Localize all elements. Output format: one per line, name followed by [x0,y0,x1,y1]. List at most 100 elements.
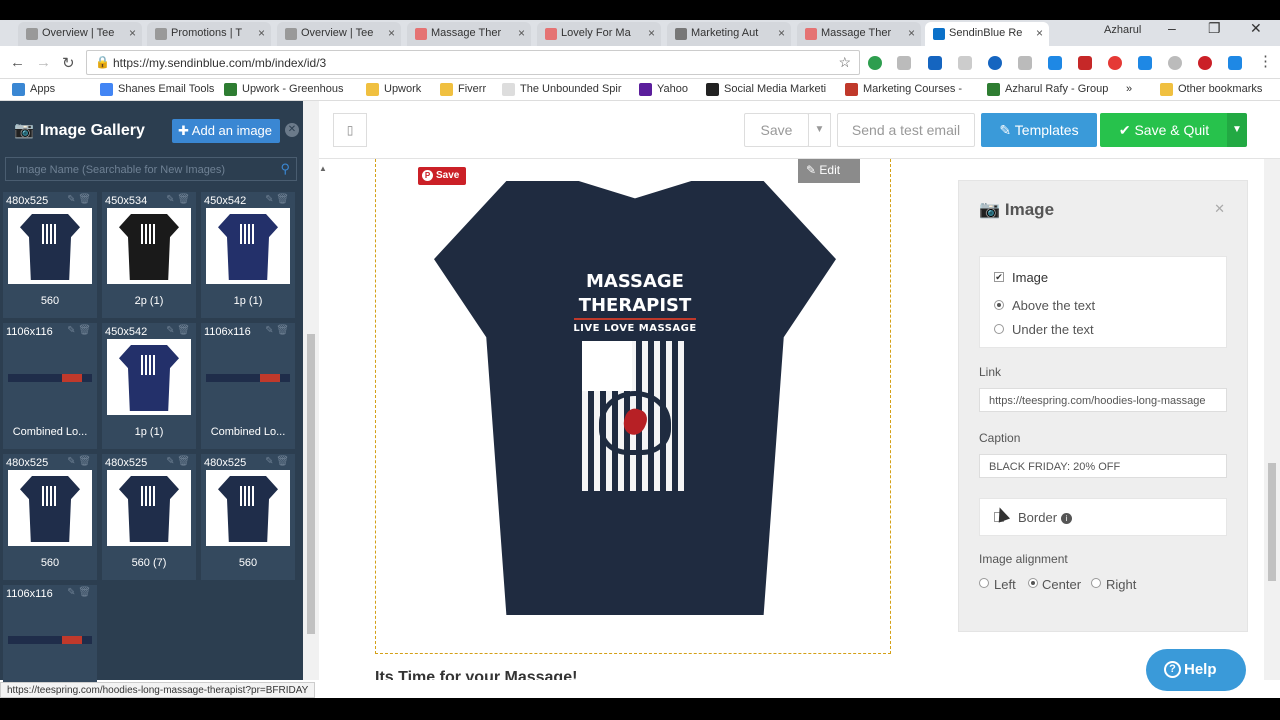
browser-tab[interactable]: Marketing Aut × [667,22,791,46]
menu-icon[interactable]: ⋮ [1258,52,1273,70]
edit-delete-icon[interactable]: ✎ 🗑 [166,194,190,205]
tab-close-icon[interactable]: × [388,26,395,40]
gallery-thumbnail[interactable]: 450x542 ✎ 🗑 1p (1) [201,192,295,318]
tab-close-icon[interactable]: × [129,26,136,40]
reload-icon[interactable]: ↻ [62,54,75,72]
extension-globe-icon[interactable] [988,56,1002,70]
gallery-thumbnail[interactable]: 450x542 ✎ 🗑 1p (1) [102,323,196,449]
extension-history-icon[interactable] [1168,56,1182,70]
bookmark-item[interactable]: Shanes Email Tools [100,83,214,96]
align-center-radio[interactable] [1028,578,1038,588]
close-panel-icon[interactable]: ✕ [1214,201,1225,217]
gallery-thumbnail[interactable]: 480x525 ✎ 🗑 560 [3,454,97,580]
extension-fire-icon[interactable] [1108,56,1122,70]
gallery-thumbnail[interactable]: 1106x116 ✎ 🗑 Combined Lo... [201,323,295,449]
gallery-thumbnail[interactable]: 480x525 ✎ 🗑 560 [3,192,97,318]
align-left-radio[interactable] [979,578,989,588]
forward-icon[interactable]: → [36,54,51,71]
profile-name[interactable]: Azharul [1104,24,1141,36]
tab-close-icon[interactable]: × [778,26,785,40]
gallery-thumbnail[interactable]: 480x525 ✎ 🗑 560 [201,454,295,580]
gallery-scroll-thumb[interactable] [307,334,315,634]
edit-image-button[interactable]: ✎ Edit [798,159,860,183]
collapse-arrow-icon[interactable]: ▲ [319,164,327,173]
browser-tab[interactable]: SendinBlue Re × [925,22,1049,46]
edit-delete-icon[interactable]: ✎ 🗑 [265,194,289,205]
page-scrollbar[interactable] [1264,159,1280,680]
thumbnail-image[interactable] [206,208,290,284]
bookmark-item[interactable]: Other bookmarks [1160,83,1262,96]
extension-vpn-icon[interactable] [928,56,942,70]
tab-close-icon[interactable]: × [258,26,265,40]
gallery-thumbnail[interactable]: 480x525 ✎ 🗑 560 (7) [102,454,196,580]
extension-mail-icon[interactable] [958,56,972,70]
thumbnail-image[interactable] [8,470,92,546]
maximize-icon[interactable]: ❐ [1208,20,1221,37]
tab-close-icon[interactable]: × [1036,26,1043,40]
info-icon[interactable]: i [1061,513,1073,524]
help-button[interactable]: ? Help [1146,649,1246,691]
thumbnail-image[interactable] [107,470,191,546]
save-and-quit-button[interactable]: ✔ Save & Quit [1100,113,1228,147]
bookmark-item[interactable]: Social Media Marketi [706,83,826,96]
email-heading[interactable]: Its Time for your Massage! [375,669,577,680]
caption-input[interactable]: BLACK FRIDAY: 20% OFF [979,454,1227,478]
add-image-button[interactable]: ✚ Add an image [172,119,280,143]
gallery-thumbnail[interactable]: 450x534 ✎ 🗑 2p (1) [102,192,196,318]
bookmark-item[interactable]: Yahoo [639,83,688,96]
extension-sendinblue-icon[interactable] [1228,56,1242,70]
browser-tab[interactable]: Overview | Tee × [277,22,401,46]
browser-tab[interactable]: Massage Ther × [797,22,921,46]
bookmark-item[interactable]: The Unbounded Spir [502,83,622,96]
edit-delete-icon[interactable]: ✎ 🗑 [67,325,91,336]
align-right-radio[interactable] [1091,578,1101,588]
thumbnail-image[interactable] [107,339,191,415]
search-icon[interactable]: ⚲ [280,161,290,177]
extension-inbox-icon[interactable] [1018,56,1032,70]
send-test-email-button[interactable]: Send a test email [837,113,975,147]
tab-close-icon[interactable]: × [518,26,525,40]
bookmark-item[interactable]: Fiverr [440,83,486,96]
back-icon[interactable]: ← [10,54,25,71]
thumbnail-image[interactable] [107,208,191,284]
save-button[interactable]: Save [744,113,809,147]
pinterest-save-button[interactable]: P Save [418,167,466,185]
bookmark-item[interactable]: Azharul Rafy - Group [987,83,1108,96]
tshirt-image[interactable]: MASSAGE THERAPIST LIVE LOVE MASSAGE [434,181,836,615]
tab-close-icon[interactable]: × [908,26,915,40]
link-input[interactable]: https://teespring.com/hoodies-long-massa… [979,388,1227,412]
thumbnail-image[interactable] [8,208,92,284]
above-text-radio[interactable] [994,300,1004,310]
thumbnail-image[interactable] [206,470,290,546]
browser-tab[interactable]: Lovely For Ma × [537,22,661,46]
bookmark-item[interactable]: Apps [12,83,55,96]
save-quit-dropdown-icon[interactable]: ▼ [1227,113,1247,147]
templates-button[interactable]: ✎ Templates [981,113,1097,147]
tab-close-icon[interactable]: × [648,26,655,40]
more-bookmarks-icon[interactable]: » [1126,83,1132,95]
edit-delete-icon[interactable]: ✎ 🗑 [67,587,91,598]
thumbnail-image[interactable] [206,339,290,415]
image-search-input[interactable]: Image Name (Searchable for New Images) ⚲ [5,157,297,181]
extension-link-icon[interactable] [897,56,911,70]
bookmark-star-icon[interactable]: ☆ [838,54,851,71]
edit-delete-icon[interactable]: ✎ 🗑 [67,456,91,467]
mobile-preview-icon[interactable]: ▯ [333,113,367,147]
minimize-icon[interactable]: – [1168,20,1176,36]
bookmark-item[interactable]: Upwork [366,83,421,96]
browser-tab[interactable]: Promotions | T × [147,22,271,46]
edit-delete-icon[interactable]: ✎ 🗑 [265,325,289,336]
close-gallery-icon[interactable]: ✕ [285,123,299,137]
browser-tab[interactable]: Overview | Tee × [18,22,142,46]
url-input[interactable]: 🔒 https://my.sendinblue.com/mb/index/id/… [86,50,860,75]
edit-delete-icon[interactable]: ✎ 🗑 [166,325,190,336]
gallery-thumbnail[interactable]: 1106x116 ✎ 🗑 Combined Lo... [3,323,97,449]
browser-tab[interactable]: Massage Ther × [407,22,531,46]
extension-s-icon[interactable] [1048,56,1062,70]
page-scroll-thumb[interactable] [1268,463,1276,581]
thumbnail-image[interactable] [8,339,92,415]
selected-image-block[interactable]: MASSAGE THERAPIST LIVE LOVE MASSAGE P Sav… [375,159,891,654]
extension-pinterest-icon[interactable] [1198,56,1212,70]
thumbnail-image[interactable] [8,601,92,677]
extension-ftl-icon[interactable] [1138,56,1152,70]
